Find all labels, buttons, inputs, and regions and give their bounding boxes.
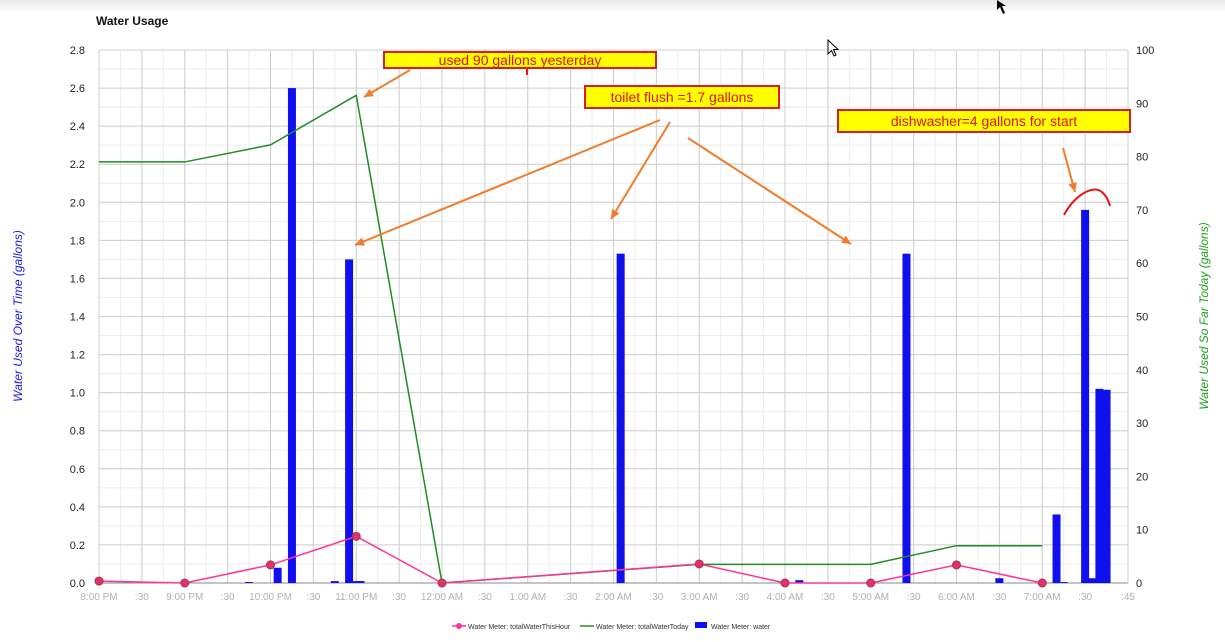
- annotation-dishwasher: dishwasher=4 gallons for start: [837, 109, 1131, 133]
- y-right-tick-label: 30: [1136, 418, 1148, 430]
- water-bar: [330, 581, 339, 583]
- x-tick-label: :45: [1121, 592, 1135, 603]
- x-tick-label: :30: [564, 592, 578, 603]
- series-point-totalWaterThisHour: [266, 560, 275, 570]
- y-left-tick-label: 1.0: [70, 388, 85, 400]
- y-left-tick-label: 0.8: [70, 426, 85, 438]
- x-tick-label: :30: [821, 592, 835, 603]
- y-right-tick-label: 80: [1136, 152, 1148, 164]
- y-right-tick-label: 60: [1136, 258, 1148, 270]
- y-right-tick-label: 0: [1136, 578, 1142, 590]
- y-left-tick-label: 2.2: [70, 159, 85, 171]
- legend-label: Water Meter: totalWaterToday: [596, 624, 689, 631]
- water-bar: [1095, 388, 1104, 583]
- water-bar: [287, 88, 296, 584]
- water-bar: [902, 253, 911, 584]
- x-tick-label: 5:00 AM: [852, 592, 889, 603]
- annotation-toilet-flush: toilet flush =1.7 gallons: [584, 85, 780, 109]
- water-bar: [1088, 578, 1097, 583]
- x-tick-label: :30: [478, 592, 492, 603]
- x-tick-label: :30: [306, 592, 320, 603]
- x-tick-label: 6:00 AM: [938, 592, 975, 603]
- series-point-totalWaterThisHour: [1037, 578, 1047, 588]
- y-left-tick-label: 1.8: [70, 235, 85, 247]
- annotation-used-90-gallons: used 90 gallons yesterday: [383, 51, 657, 69]
- series-point-totalWaterThisHour: [866, 578, 876, 588]
- series-point-totalWaterThisHour: [94, 576, 104, 586]
- y-left-axis-label: Water Used Over Time (gallons): [11, 230, 25, 402]
- arrow-to-flush-1: [354, 119, 661, 246]
- y-left-tick-label: 1.6: [70, 273, 85, 285]
- series-point-totalWaterThisHour: [780, 578, 790, 588]
- x-tick-label: 8:00 PM: [80, 592, 117, 603]
- x-tick-label: 9:00 PM: [166, 592, 203, 603]
- water-bar: [1081, 209, 1090, 583]
- series-point-totalWaterThisHour: [952, 560, 961, 570]
- x-tick-label: 12:00 AM: [421, 592, 463, 603]
- y-right-tick-label: 70: [1136, 205, 1148, 217]
- water-bar: [356, 581, 365, 583]
- x-tick-label: 7:00 AM: [1024, 592, 1061, 603]
- chart-title: Water Usage: [96, 14, 169, 28]
- water-bar: [273, 567, 282, 583]
- y-left-tick-label: 0.4: [70, 502, 85, 514]
- arrow-cursor-icon: [827, 39, 840, 57]
- legend-label: Water Meter: totalWaterThisHour: [468, 624, 571, 631]
- x-tick-label: 4:00 AM: [767, 592, 804, 603]
- x-tick-label: :30: [392, 592, 406, 603]
- y-right-tick-label: 50: [1136, 312, 1148, 324]
- water-bar: [245, 582, 254, 583]
- y-left-tick-label: 0.0: [70, 578, 85, 590]
- series-point-totalWaterThisHour: [180, 578, 190, 588]
- y-right-tick-label: 20: [1136, 471, 1148, 483]
- y-left-tick-label: 2.0: [70, 197, 85, 209]
- y-left-tick-label: 0.2: [70, 540, 85, 552]
- arrow-to-flush-3: [687, 137, 852, 245]
- y-left-tick-label: 1.4: [70, 312, 85, 324]
- y-left-tick-label: 2.4: [70, 121, 85, 133]
- y-left-tick-label: 2.8: [70, 45, 85, 57]
- y-right-tick-label: 100: [1136, 45, 1154, 57]
- series-point-totalWaterThisHour: [694, 559, 704, 569]
- x-tick-label: :30: [992, 592, 1006, 603]
- series-point-totalWaterThisHour: [437, 578, 447, 588]
- y-right-axis-label: Water Used So Far Today (gallons): [1197, 222, 1211, 409]
- series-point-totalWaterThisHour: [351, 531, 361, 541]
- water-bar: [1102, 389, 1111, 583]
- water-bar: [616, 253, 625, 584]
- x-tick-label: :30: [221, 592, 235, 603]
- x-tick-label: :30: [649, 592, 663, 603]
- x-tick-label: :30: [135, 592, 149, 603]
- y-left-tick-label: 2.6: [70, 83, 85, 95]
- y-right-tick-label: 40: [1136, 365, 1148, 377]
- x-tick-label: 11:00 PM: [335, 592, 377, 603]
- mouse-pointer-icon: [997, 0, 1006, 14]
- water-bar: [995, 578, 1004, 583]
- y-right-tick-label: 10: [1136, 525, 1148, 537]
- legend-swatch-marker: [456, 623, 462, 629]
- water-bar: [345, 259, 354, 583]
- x-tick-label: 3:00 AM: [681, 592, 718, 603]
- x-tick-label: 1:00 AM: [509, 592, 546, 603]
- x-tick-label: 2:00 AM: [595, 592, 632, 603]
- water-bar: [1059, 582, 1068, 583]
- x-tick-label: :30: [735, 592, 749, 603]
- x-tick-label: :30: [1078, 592, 1092, 603]
- y-right-tick-label: 90: [1136, 98, 1148, 110]
- water-bar: [1052, 514, 1061, 583]
- x-tick-label: 10:00 PM: [249, 592, 292, 603]
- y-left-tick-label: 1.2: [70, 350, 85, 362]
- legend-label: Water Meter: water: [711, 624, 771, 631]
- y-left-tick-label: 0.6: [70, 464, 85, 476]
- legend-swatch-water: [695, 622, 707, 628]
- x-tick-label: :30: [907, 592, 921, 603]
